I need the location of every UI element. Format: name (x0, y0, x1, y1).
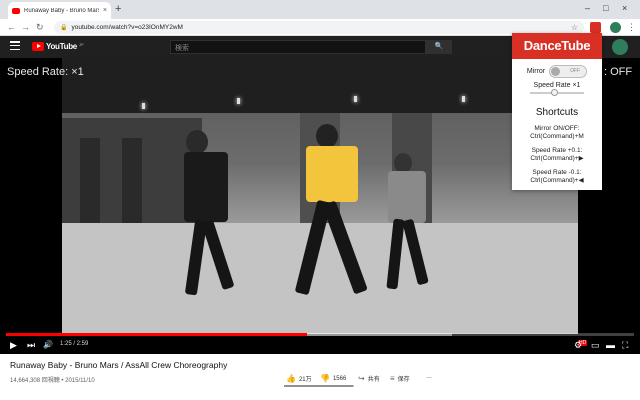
speed-rate-slider[interactable] (530, 89, 584, 96)
playlist-add-icon: ≡ (390, 374, 395, 383)
hamburger-menu-icon[interactable] (10, 41, 20, 51)
shortcut-speed-up: Speed Rate +0.1: Ctrl(Command)+▶ (512, 147, 602, 163)
player-controls: ▶ ⏭ 🔊 1:25 / 2:59 HD ⚙ ▭ ▬ ⛶ (0, 336, 640, 354)
speed-rate-label: Speed Rate ×1 (533, 82, 581, 89)
mirror-row: Mirror OFF (512, 65, 602, 78)
browser-tab-bar: Runaway Baby - Bruno Mars / ... × + – □ … (0, 0, 640, 19)
dancer-right (382, 153, 452, 293)
time-display: 1:25 / 2:59 (60, 341, 89, 347)
star-icon[interactable]: ☆ (571, 23, 578, 32)
save-button[interactable]: ≡ 保存 (390, 374, 410, 383)
settings-gear-icon[interactable]: ⚙ (574, 339, 582, 351)
thumbs-down-icon: 👎 (320, 374, 330, 383)
share-label: 共有 (367, 377, 380, 383)
share-button[interactable]: ↪ 共有 (358, 374, 380, 383)
youtube-favicon-icon (12, 7, 20, 14)
toggle-knob (551, 67, 561, 76)
dislike-count: 1566 (332, 375, 347, 382)
url-text[interactable]: youtube.com/watch?v=o23IOnMY2wM (71, 24, 566, 31)
toggle-state: OFF (570, 68, 581, 74)
back-button[interactable]: ← (7, 21, 16, 33)
shortcut-keys: Ctrl(Command)+▶ (530, 155, 584, 162)
thumbs-up-icon: 👍 (286, 374, 296, 383)
youtube-logo[interactable]: YouTube JP (32, 42, 84, 51)
forward-button[interactable]: → (21, 21, 30, 33)
address-bar[interactable]: 🔒 youtube.com/watch?v=o23IOnMY2wM ☆ (54, 21, 584, 34)
mirror-state-overlay: : OFF (604, 66, 633, 78)
video-frame (62, 58, 578, 334)
play-button[interactable]: ▶ (10, 339, 17, 351)
shortcut-speed-down: Speed Rate -0.1: Ctrl(Command)+◀ (512, 169, 602, 185)
close-window-button[interactable]: × (622, 2, 627, 14)
shortcut-name: Speed Rate +0.1: (531, 147, 583, 154)
shortcut-mirror: Mirror ON/OFF: Ctrl(Command)+M (512, 125, 602, 141)
theater-mode-icon[interactable]: ▬ (606, 339, 615, 351)
tab-title: Runaway Baby - Bruno Mars / ... (24, 7, 99, 14)
dancetube-extension-icon[interactable] (590, 22, 601, 33)
mirror-toggle[interactable]: OFF (549, 65, 588, 78)
miniplayer-icon[interactable]: ▭ (591, 339, 600, 351)
shortcut-keys: Ctrl(Command)+◀ (530, 177, 584, 184)
youtube-play-icon (32, 42, 44, 51)
shortcut-name: Speed Rate -0.1: (532, 169, 582, 176)
dancetube-popup: DanceTube Mirror OFF Speed Rate ×1 Short… (512, 33, 602, 190)
more-actions-button[interactable]: … (426, 374, 432, 380)
dancer-left (172, 130, 262, 300)
shortcut-keys: Ctrl(Command)+M (530, 133, 584, 140)
reload-button[interactable]: ↻ (36, 21, 44, 33)
next-button[interactable]: ⏭ (27, 339, 35, 351)
mirror-label: Mirror (526, 68, 546, 75)
share-icon: ↪ (358, 374, 365, 383)
more-icon: … (426, 374, 432, 380)
search-button[interactable]: 🔍 (426, 40, 452, 54)
popup-title: DanceTube (512, 33, 602, 59)
save-label: 保存 (397, 377, 410, 383)
profile-avatar[interactable] (610, 22, 621, 33)
fullscreen-icon[interactable]: ⛶ (622, 339, 628, 351)
tab-close-icon[interactable]: × (103, 7, 107, 14)
video-title: Runaway Baby - Bruno Mars / AssAll Crew … (10, 360, 228, 370)
volume-icon[interactable]: 🔊 (43, 339, 53, 351)
slider-thumb[interactable] (550, 89, 558, 96)
new-tab-button[interactable]: + (115, 3, 121, 15)
browser-menu-icon[interactable]: ⋮ (627, 21, 636, 33)
lock-icon: 🔒 (60, 25, 68, 31)
shortcuts-heading: Shortcuts (535, 107, 579, 118)
like-count: 21万 (298, 377, 312, 383)
speed-rate-overlay: Speed Rate: ×1 (7, 66, 84, 78)
account-avatar[interactable] (612, 39, 628, 55)
maximize-button[interactable]: □ (603, 2, 608, 14)
region-label: JP (78, 42, 84, 47)
video-meta: 14,664,308 回視聴 • 2015/11/10 (10, 378, 95, 384)
like-ratio-bar (284, 385, 354, 387)
youtube-wordmark: YouTube (46, 42, 77, 51)
like-ratio-fill (284, 385, 354, 387)
video-info: Runaway Baby - Bruno Mars / AssAll Crew … (0, 354, 640, 400)
search-input[interactable]: 検索 (170, 40, 426, 54)
browser-tab[interactable]: Runaway Baby - Bruno Mars / ... × (8, 2, 111, 19)
minimize-button[interactable]: – (585, 2, 590, 14)
shortcut-name: Mirror ON/OFF: (534, 125, 580, 132)
like-button[interactable]: 👍 21万 (286, 374, 312, 383)
dislike-button[interactable]: 👎 1566 (320, 374, 346, 383)
